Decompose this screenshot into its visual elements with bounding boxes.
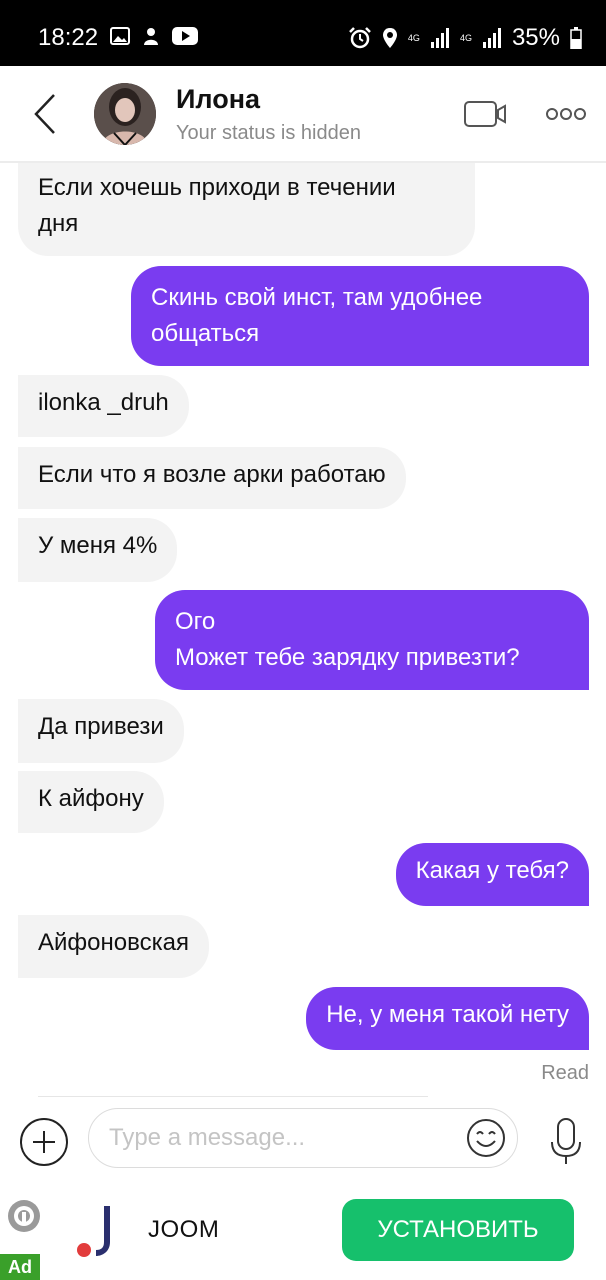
emoji-button[interactable] bbox=[466, 1118, 506, 1158]
signal-icon bbox=[430, 28, 449, 48]
ad-choices-icon bbox=[8, 1200, 40, 1232]
status-bar: 18:22 4G 4G 35% bbox=[0, 0, 606, 66]
message-bubble-incoming[interactable]: Если хочешь приходи в течении дня bbox=[18, 162, 475, 256]
read-receipt: Read bbox=[541, 1062, 589, 1084]
youtube-icon bbox=[172, 27, 198, 45]
message-bubble-incoming[interactable]: ilonka _druh bbox=[18, 375, 189, 437]
battery-percent: 35% bbox=[511, 24, 560, 51]
more-dots-icon bbox=[546, 108, 586, 120]
message-bubble-outgoing[interactable]: Не, у меня такой нету bbox=[306, 987, 589, 1050]
message-bubble-outgoing[interactable]: Скинь свой инст, там удобнее общаться bbox=[131, 266, 589, 366]
network-type-1: 4G bbox=[407, 32, 420, 43]
back-arrow-icon bbox=[34, 94, 55, 134]
message-bubble-incoming[interactable]: Да привези bbox=[18, 699, 184, 763]
emoji-icon bbox=[467, 1119, 505, 1157]
image-icon bbox=[110, 27, 130, 45]
header-divider bbox=[0, 162, 606, 163]
ad-info-button[interactable] bbox=[6, 1198, 42, 1234]
message-bubble-outgoing[interactable]: Какая у тебя? bbox=[395, 843, 589, 906]
battery-icon bbox=[570, 27, 582, 49]
avatar[interactable] bbox=[94, 83, 156, 145]
ad-brand-name: JOOM bbox=[148, 1216, 220, 1243]
install-button[interactable]: УСТАНОВИТЬ bbox=[342, 1199, 574, 1261]
add-attachment-button[interactable] bbox=[20, 1118, 68, 1166]
status-time: 18:22 bbox=[38, 24, 99, 51]
more-options-button[interactable] bbox=[546, 106, 586, 122]
alarm-icon bbox=[349, 27, 371, 49]
network-type-2: 4G bbox=[459, 32, 472, 43]
message-list[interactable]: Если хочешь приходи в течении дня Скинь … bbox=[0, 162, 606, 1106]
message-composer bbox=[0, 1106, 606, 1180]
voice-message-button[interactable] bbox=[548, 1118, 584, 1166]
ad-badge: Ad bbox=[0, 1254, 40, 1280]
message-bubble-incoming[interactable]: У меня 4% bbox=[18, 518, 178, 582]
video-call-button[interactable] bbox=[464, 100, 508, 128]
microphone-icon bbox=[551, 1118, 581, 1164]
signal-icon bbox=[482, 28, 501, 48]
avatar-image bbox=[94, 83, 156, 145]
message-input[interactable] bbox=[88, 1108, 518, 1168]
contact-status: Your status is hidden bbox=[176, 122, 361, 144]
back-button[interactable] bbox=[28, 92, 62, 136]
chat-header: Илона Your status is hidden bbox=[0, 66, 606, 162]
message-bubble-outgoing[interactable]: Ого Может тебе зарядку привезти? bbox=[155, 590, 589, 690]
message-bubble-incoming[interactable]: К айфону bbox=[18, 771, 164, 833]
message-bubble-incoming[interactable]: Айфоновская bbox=[18, 915, 209, 978]
joom-logo-icon bbox=[74, 1202, 118, 1258]
video-camera-icon bbox=[464, 101, 506, 127]
contact-name: Илона bbox=[176, 84, 261, 114]
location-icon bbox=[382, 28, 397, 48]
message-bubble-incoming[interactable]: Если что я возле арки работаю bbox=[18, 447, 406, 509]
app-notification-icon bbox=[144, 28, 158, 45]
list-divider bbox=[38, 1096, 428, 1097]
ad-banner[interactable]: Ad JOOM УСТАНОВИТЬ bbox=[0, 1180, 606, 1280]
